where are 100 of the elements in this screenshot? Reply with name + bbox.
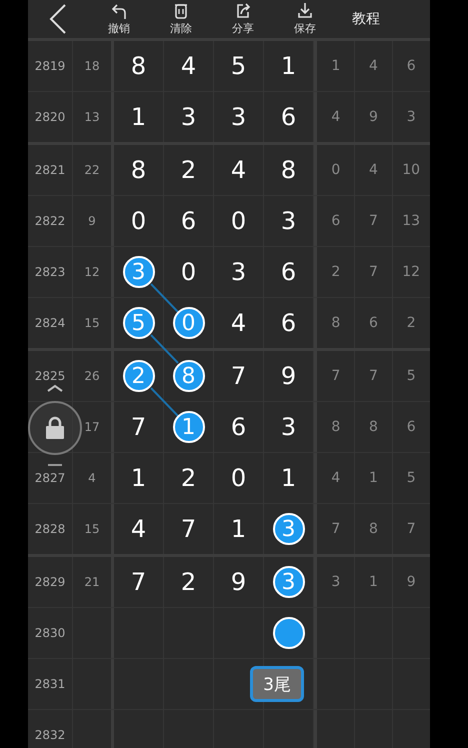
tail-value: 3 <box>331 574 340 590</box>
sum-value: 18 <box>84 59 100 73</box>
digit[interactable]: 5 <box>230 52 246 80</box>
tail-value: 4 <box>331 470 340 486</box>
tail-value: 0 <box>331 162 340 178</box>
digit[interactable]: 0 <box>230 464 246 492</box>
download-button[interactable]: 保存 <box>274 2 336 36</box>
digit[interactable]: 7 <box>230 362 246 390</box>
sum-value: 22 <box>84 163 100 177</box>
tail-value: 1 <box>369 574 378 590</box>
trash-icon <box>172 2 190 20</box>
digit[interactable]: 3 <box>280 413 296 441</box>
digit[interactable]: 6 <box>180 207 196 235</box>
tutorial-button[interactable]: 教程 <box>346 9 386 29</box>
digit[interactable]: 6 <box>280 103 296 131</box>
tail-tooltip[interactable]: 3尾 <box>250 666 304 702</box>
marker-dot[interactable] <box>272 617 304 649</box>
tail-value: 7 <box>406 521 416 537</box>
tail-value: 7 <box>331 521 340 537</box>
digit[interactable]: 6 <box>230 413 246 441</box>
period-number: 2831 <box>34 677 66 691</box>
sum-value: 9 <box>88 214 96 228</box>
digit[interactable]: 3 <box>230 103 246 131</box>
tail-value: 6 <box>406 58 416 74</box>
digit[interactable]: 8 <box>130 156 146 184</box>
digit[interactable]: 4 <box>180 52 196 80</box>
tail-value: 10 <box>402 162 420 178</box>
digit[interactable]: 4 <box>130 515 146 543</box>
digit[interactable]: 2 <box>180 568 196 596</box>
period-number: 2824 <box>34 316 66 330</box>
digit[interactable]: 1 <box>280 52 296 80</box>
tail-value: 4 <box>369 58 378 74</box>
tail-value: 5 <box>406 470 416 486</box>
digit[interactable]: 3 <box>280 207 296 235</box>
lock-icon <box>44 416 66 440</box>
period-number: 2820 <box>34 110 66 124</box>
digit[interactable]: 4 <box>230 309 246 337</box>
period-number: 2822 <box>34 214 66 228</box>
sum-value: 12 <box>84 265 100 279</box>
digit[interactable]: 9 <box>280 362 296 390</box>
tail-value: 2 <box>406 315 416 331</box>
digit[interactable]: 7 <box>130 413 146 441</box>
tail-value: 9 <box>369 109 378 125</box>
sum-value: 15 <box>84 522 100 536</box>
tail-value: 8 <box>369 419 378 435</box>
tail-value: 4 <box>369 162 378 178</box>
digit[interactable]: 7 <box>180 515 196 543</box>
caret-icon[interactable] <box>47 384 63 392</box>
tail-value: 12 <box>402 264 420 280</box>
tail-value: 2 <box>331 264 340 280</box>
tail-value: 7 <box>331 368 340 384</box>
digit[interactable]: 1 <box>130 464 146 492</box>
digit[interactable]: 7 <box>130 568 146 596</box>
period-number: 2819 <box>34 59 66 73</box>
sum-value: 13 <box>84 110 100 124</box>
tail-value: 1 <box>369 470 378 486</box>
trash-button[interactable]: 清除 <box>150 2 212 36</box>
sum-value: 4 <box>88 471 96 485</box>
digit[interactable]: 6 <box>280 309 296 337</box>
sum-value: 17 <box>84 420 100 434</box>
digit[interactable]: 6 <box>280 258 296 286</box>
digit[interactable]: 3 <box>180 103 196 131</box>
digit[interactable]: 9 <box>230 568 246 596</box>
period-number: 2832 <box>34 728 66 742</box>
digit[interactable]: 1 <box>130 103 146 131</box>
period-number: 2829 <box>34 575 66 589</box>
sum-value: 15 <box>84 316 100 330</box>
digit[interactable]: 1 <box>280 464 296 492</box>
undo-button[interactable]: 撤销 <box>88 2 150 36</box>
tail-value: 3 <box>406 109 416 125</box>
share-icon <box>234 2 252 20</box>
tail-value: 4 <box>331 109 340 125</box>
period-number: 2828 <box>34 522 66 536</box>
tail-value: 8 <box>369 521 378 537</box>
digit[interactable]: 1 <box>230 515 246 543</box>
tail-value: 6 <box>406 419 416 435</box>
tail-value: 7 <box>369 264 378 280</box>
tail-value: 6 <box>331 213 340 229</box>
lock-button[interactable] <box>28 401 82 455</box>
tail-value: 8 <box>331 315 340 331</box>
back-icon <box>48 3 68 35</box>
digit[interactable]: 0 <box>230 207 246 235</box>
digit[interactable]: 2 <box>180 156 196 184</box>
digit[interactable]: 4 <box>230 156 246 184</box>
digit[interactable]: 0 <box>180 258 196 286</box>
period-number: 2821 <box>34 163 66 177</box>
tail-value: 7 <box>369 213 378 229</box>
period-number: 2825 <box>34 369 66 383</box>
tail-value: 1 <box>331 58 340 74</box>
digit[interactable]: 0 <box>130 207 146 235</box>
handle-line <box>48 464 62 466</box>
period-number: 2823 <box>34 265 66 279</box>
tail-value: 13 <box>402 213 420 229</box>
digit[interactable]: 8 <box>130 52 146 80</box>
download-icon <box>296 2 314 20</box>
share-button[interactable]: 分享 <box>212 2 274 36</box>
digit[interactable]: 8 <box>280 156 296 184</box>
digit[interactable]: 3 <box>230 258 246 286</box>
tail-value: 7 <box>369 368 378 384</box>
digit[interactable]: 2 <box>180 464 196 492</box>
